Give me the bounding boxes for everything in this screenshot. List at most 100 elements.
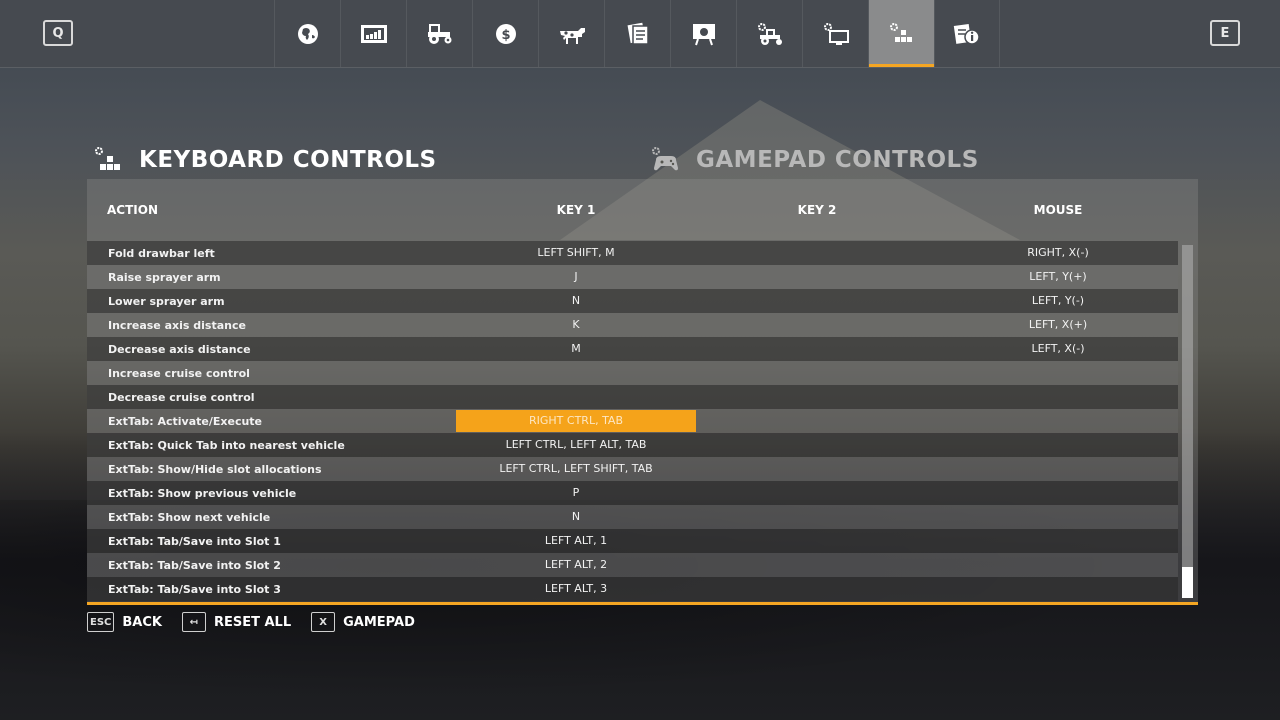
table-row[interactable]: Increase axis distance K LEFT, X(+)	[87, 313, 1178, 337]
table-row[interactable]: ExtTab: Show next vehicle N	[87, 505, 1178, 529]
display-settings-icon	[823, 22, 849, 45]
gamepad-controls-icon	[652, 147, 678, 171]
tab-contracts[interactable]	[604, 0, 670, 67]
table-row[interactable]: ExtTab: Tab/Save into Slot 3 LEFT ALT, 3	[87, 577, 1178, 601]
key2-binding-cell[interactable]	[697, 577, 937, 601]
key2-binding-cell[interactable]	[697, 553, 937, 577]
presentation-board-icon	[692, 23, 715, 45]
table-row[interactable]: ExtTab: Tab/Save into Slot 2 LEFT ALT, 2	[87, 553, 1178, 577]
key2-binding-cell[interactable]	[697, 409, 937, 433]
tab-vehicles[interactable]	[406, 0, 472, 67]
mouse-binding-cell[interactable]	[938, 385, 1178, 409]
mouse-binding-cell[interactable]	[938, 505, 1178, 529]
mouse-binding-cell[interactable]	[938, 457, 1178, 481]
reset-all-button[interactable]: ↤ RESET ALL	[181, 612, 291, 632]
tab-tour[interactable]	[670, 0, 736, 67]
tab-finances[interactable]: $	[472, 0, 538, 67]
key2-binding-cell[interactable]	[697, 337, 937, 361]
key2-binding-cell[interactable]	[697, 481, 937, 505]
dollar-finance-icon: $	[495, 23, 516, 44]
key2-binding-cell[interactable]	[697, 361, 937, 385]
column-header-action: ACTION	[107, 203, 158, 217]
key1-binding-cell[interactable]	[456, 361, 696, 385]
table-row[interactable]: Fold drawbar left LEFT SHIFT, M RIGHT, X(-…	[87, 241, 1178, 265]
previous-page-key-button[interactable]: Q	[43, 20, 73, 46]
mouse-binding-cell[interactable]	[938, 433, 1178, 457]
x-key-icon: X	[311, 612, 336, 632]
table-row[interactable]: Raise sprayer arm J LEFT, Y(+)	[87, 265, 1178, 289]
key2-binding-cell[interactable]	[697, 313, 937, 337]
mouse-binding-cell[interactable]: LEFT, Y(+)	[938, 265, 1178, 289]
table-row[interactable]: Increase cruise control	[87, 361, 1178, 385]
back-button[interactable]: ESC BACK	[87, 612, 162, 632]
action-cell: Decrease axis distance	[108, 342, 251, 356]
table-row[interactable]: Decrease axis distance M LEFT, X(-)	[87, 337, 1178, 361]
key2-binding-cell[interactable]	[697, 265, 937, 289]
mouse-binding-cell[interactable]	[938, 481, 1178, 505]
mouse-binding-cell[interactable]	[938, 529, 1178, 553]
key1-binding-cell[interactable]: K	[456, 313, 696, 337]
mouse-binding-cell[interactable]: RIGHT, X(-)	[938, 241, 1178, 265]
mouse-binding-cell[interactable]	[938, 577, 1178, 601]
key2-binding-cell[interactable]	[697, 241, 937, 265]
footer-actions: ESC BACK ↤ RESET ALL X GAMEPAD	[87, 612, 435, 632]
key1-binding-cell[interactable]: P	[456, 481, 696, 505]
controls-settings-icon	[889, 22, 912, 42]
table-row[interactable]: ExtTab: Quick Tab into nearest vehicle LE…	[87, 433, 1178, 457]
key2-binding-cell[interactable]	[697, 385, 937, 409]
key1-binding-cell[interactable]: LEFT SHIFT, M	[456, 241, 696, 265]
tab-display-settings[interactable]	[802, 0, 868, 67]
key1-binding-cell[interactable]: LEFT ALT, 2	[456, 553, 696, 577]
key2-binding-cell[interactable]	[697, 457, 937, 481]
mouse-binding-cell[interactable]	[938, 553, 1178, 577]
table-row[interactable]: ExtTab: Show previous vehicle P	[87, 481, 1178, 505]
key1-binding-cell[interactable]	[456, 385, 696, 409]
mouse-binding-cell[interactable]: LEFT, Y(-)	[938, 289, 1178, 313]
key1-binding-cell[interactable]: RIGHT CTRL, TAB	[456, 410, 696, 432]
key1-binding-cell[interactable]: M	[456, 337, 696, 361]
key1-binding-cell[interactable]: J	[456, 265, 696, 289]
gamepad-controls-heading[interactable]: GAMEPAD CONTROLS	[650, 146, 979, 174]
key1-binding-cell[interactable]: N	[456, 505, 696, 529]
next-page-key-button[interactable]: E	[1210, 20, 1240, 46]
top-navigation-bar: Q $ E	[0, 0, 1280, 68]
table-row[interactable]: ExtTab: Activate/Execute RIGHT CTRL, TAB	[87, 409, 1178, 433]
action-cell: ExtTab: Tab/Save into Slot 2	[108, 558, 281, 572]
svg-text:$: $	[501, 28, 510, 43]
tab-animals[interactable]	[538, 0, 604, 67]
key1-binding-cell[interactable]: N	[456, 289, 696, 313]
mouse-binding-cell[interactable]	[938, 361, 1178, 385]
table-row[interactable]: ExtTab: Show/Hide slot allocations LEFT C…	[87, 457, 1178, 481]
tab-vehicle-settings[interactable]	[736, 0, 802, 67]
key1-binding-cell[interactable]: LEFT ALT, 1	[456, 529, 696, 553]
table-row[interactable]: Decrease cruise control	[87, 385, 1178, 409]
tab-map[interactable]	[274, 0, 340, 67]
mouse-binding-cell[interactable]: LEFT, X(+)	[938, 313, 1178, 337]
column-header-key2: KEY 2	[797, 203, 837, 217]
key1-binding-cell[interactable]: LEFT CTRL, LEFT ALT, TAB	[456, 433, 696, 457]
table-row[interactable]: Lower sprayer arm N LEFT, Y(-)	[87, 289, 1178, 313]
scrollbar-thumb[interactable]	[1182, 567, 1193, 598]
keyboard-controls-title: KEYBOARD CONTROLS	[139, 147, 437, 173]
keyboard-controls-heading[interactable]: KEYBOARD CONTROLS	[93, 146, 437, 174]
mouse-binding-cell[interactable]	[938, 409, 1178, 433]
tab-help[interactable]	[934, 0, 1000, 67]
action-cell: ExtTab: Quick Tab into nearest vehicle	[108, 438, 345, 452]
table-row[interactable]: ExtTab: Tab/Save into Slot 1 LEFT ALT, 1	[87, 529, 1178, 553]
gamepad-button[interactable]: X GAMEPAD	[311, 612, 415, 632]
key1-binding-cell[interactable]: LEFT CTRL, LEFT SHIFT, TAB	[456, 457, 696, 481]
key2-binding-cell[interactable]	[697, 433, 937, 457]
mouse-binding-cell[interactable]: LEFT, X(-)	[938, 337, 1178, 361]
tractor-icon	[427, 23, 451, 44]
action-cell: ExtTab: Tab/Save into Slot 1	[108, 534, 281, 548]
key2-binding-cell[interactable]	[697, 505, 937, 529]
key1-binding-cell[interactable]: LEFT ALT, 3	[456, 577, 696, 601]
table-scrollbar[interactable]	[1182, 245, 1193, 598]
back-label: BACK	[122, 614, 162, 630]
globe-map-icon	[297, 23, 318, 44]
key2-binding-cell[interactable]	[697, 289, 937, 313]
controls-table-rows: Fold drawbar left LEFT SHIFT, M RIGHT, X(-…	[87, 241, 1178, 601]
key2-binding-cell[interactable]	[697, 529, 937, 553]
tab-statistics[interactable]	[340, 0, 406, 67]
tab-controls-settings[interactable]	[868, 0, 934, 67]
